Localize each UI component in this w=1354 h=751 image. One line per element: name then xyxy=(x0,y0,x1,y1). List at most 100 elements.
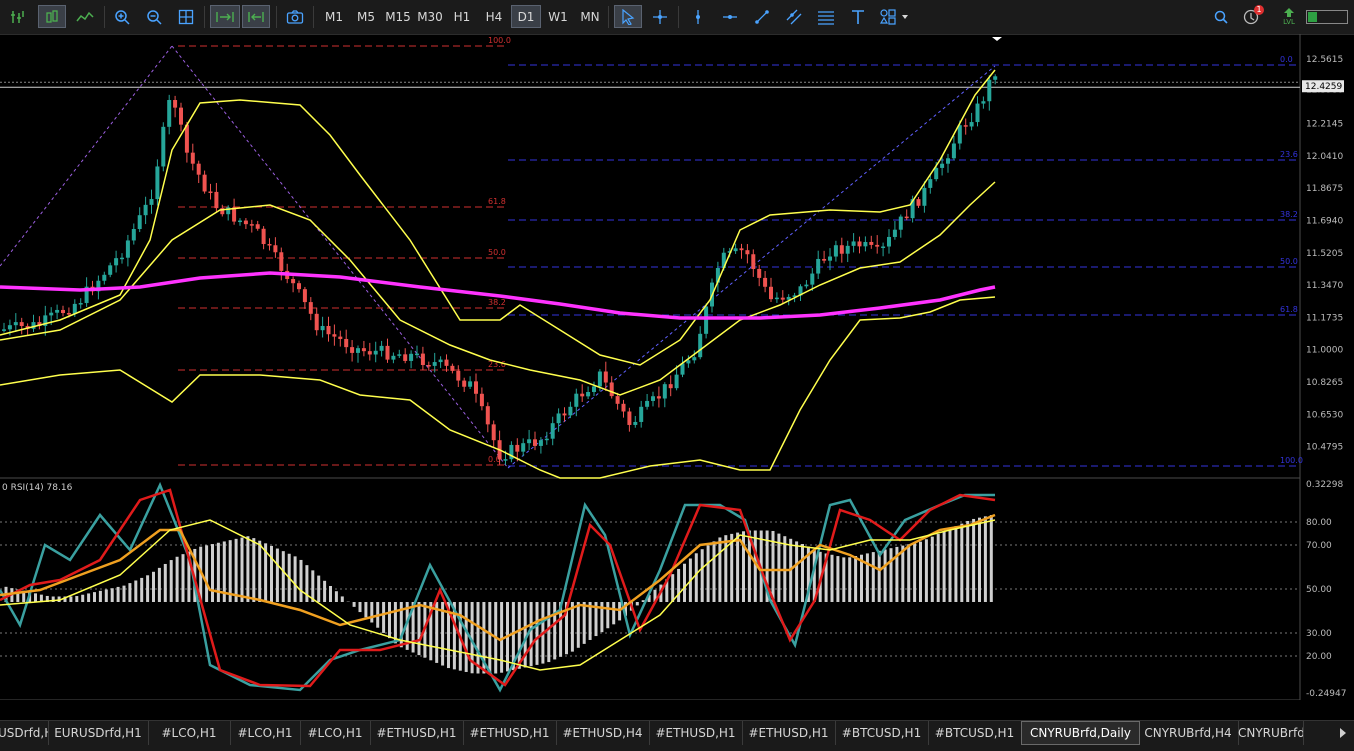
candle-body xyxy=(964,125,968,127)
candle-body xyxy=(639,407,643,422)
trendline-icon[interactable] xyxy=(750,5,774,28)
candle xyxy=(102,272,106,285)
candle xyxy=(509,441,513,462)
candle xyxy=(114,251,118,273)
candles-icon[interactable] xyxy=(38,5,66,28)
candle xyxy=(946,154,950,173)
candle-body xyxy=(928,179,932,188)
candle xyxy=(179,103,183,132)
chart-tab[interactable]: #ETHUSD,H1 xyxy=(463,721,557,745)
chart-shift-icon[interactable] xyxy=(242,5,270,28)
timeframe-m1[interactable]: M1 xyxy=(319,5,349,28)
current-price-label: 12.4259 xyxy=(1305,82,1342,92)
histogram-bar xyxy=(34,593,37,602)
candle-body xyxy=(427,365,431,367)
price-chart[interactable]: 100.061.850.038.223.60.00.023.638.250.06… xyxy=(0,34,1354,700)
crosshair-icon[interactable] xyxy=(648,5,672,28)
candle-body xyxy=(686,360,690,363)
candle-body xyxy=(350,347,354,353)
histogram-bar xyxy=(317,576,320,602)
candle xyxy=(757,265,761,286)
chart-tab[interactable]: CNYRUBrfd xyxy=(1238,721,1304,745)
chart-tab[interactable]: #BTCUSD,H1 xyxy=(835,721,929,745)
timeframe-h4[interactable]: H4 xyxy=(479,5,509,28)
candle xyxy=(987,75,991,110)
main-toolbar: M1 M5 M15 M30 H1 H4 D1 W1 MN 1 LVL xyxy=(0,0,1354,35)
candle-body xyxy=(633,422,637,425)
chart-tab[interactable]: #ETHUSD,H4 xyxy=(556,721,650,745)
chart-tab[interactable]: CNYRUBrfd,Daily xyxy=(1021,721,1140,745)
candle xyxy=(344,330,348,354)
chart-tab[interactable]: USDrfd,H1 xyxy=(0,721,49,745)
histogram-bar xyxy=(87,593,90,602)
candle-body xyxy=(250,224,254,226)
candle-body xyxy=(309,302,313,314)
text-tool-icon[interactable] xyxy=(846,5,870,28)
fibonacci-icon[interactable] xyxy=(814,5,838,28)
lvl-icon[interactable]: LVL xyxy=(1276,5,1302,28)
histogram-bar xyxy=(606,602,609,628)
candle-body xyxy=(492,424,496,440)
chart-tab[interactable]: EURUSDrfd,H1 xyxy=(48,721,149,745)
candle-body xyxy=(846,246,850,254)
candle xyxy=(627,408,631,432)
timeframe-w1[interactable]: W1 xyxy=(543,5,573,28)
candle xyxy=(191,144,195,171)
candle-body xyxy=(958,125,962,143)
timeframe-mn[interactable]: MN xyxy=(575,5,605,28)
vertical-line-icon[interactable] xyxy=(686,5,710,28)
candle-body xyxy=(663,384,667,398)
search-icon[interactable] xyxy=(1210,5,1232,28)
zoom-in-icon[interactable] xyxy=(110,5,134,28)
fibonacci-retracements: 100.061.850.038.223.60.00.023.638.250.06… xyxy=(0,36,1303,468)
cursor-icon[interactable] xyxy=(614,5,642,28)
candle-body xyxy=(315,314,319,330)
timeframe-m5[interactable]: M5 xyxy=(351,5,381,28)
candle xyxy=(391,352,395,363)
candle-body xyxy=(574,394,578,407)
histogram-bar xyxy=(518,602,521,669)
candle-body xyxy=(79,303,83,305)
chart-tab[interactable]: #LCO,H1 xyxy=(300,721,371,745)
candle-body xyxy=(834,245,838,256)
auto-scroll-icon[interactable] xyxy=(210,5,240,28)
candle xyxy=(32,315,36,332)
channel-icon[interactable] xyxy=(782,5,806,28)
chart-tab[interactable]: #BTCUSD,H1 xyxy=(928,721,1022,745)
grid-icon[interactable] xyxy=(174,5,198,28)
candle xyxy=(232,199,236,225)
shapes-dropdown-icon[interactable] xyxy=(876,5,912,28)
timeframe-m15[interactable]: M15 xyxy=(383,5,413,28)
tabs-scroll-arrow-icon[interactable] xyxy=(1336,725,1350,741)
candle xyxy=(486,402,490,432)
histogram-bar xyxy=(488,602,491,674)
candle-body xyxy=(899,217,903,230)
histogram-bar xyxy=(246,536,249,602)
candle-body xyxy=(397,354,401,356)
horizontal-line-icon[interactable] xyxy=(718,5,742,28)
new-chart-icon[interactable] xyxy=(6,5,30,28)
chart-tab[interactable]: #ETHUSD,H1 xyxy=(742,721,836,745)
screenshot-icon[interactable] xyxy=(283,5,307,28)
chart-tab[interactable]: #LCO,H1 xyxy=(230,721,301,745)
candle-body xyxy=(781,298,785,300)
line-chart-icon[interactable] xyxy=(72,5,98,28)
candle-body xyxy=(450,366,454,371)
candle-body xyxy=(338,337,342,339)
chart-tab[interactable]: #LCO,H1 xyxy=(148,721,231,745)
timeframe-m30[interactable]: M30 xyxy=(415,5,445,28)
candle-body xyxy=(138,215,142,229)
chart-tab[interactable]: CNYRUBrfd,H4 xyxy=(1138,721,1239,745)
candle xyxy=(2,323,6,333)
timeframe-h1[interactable]: H1 xyxy=(447,5,477,28)
chart-tab[interactable]: #ETHUSD,H1 xyxy=(649,721,743,745)
histogram-bar xyxy=(477,602,480,674)
rsi-label: 0 RSI(14) 78.16 xyxy=(2,483,73,493)
chart-tab[interactable]: #ETHUSD,H1 xyxy=(370,721,464,745)
histogram-bar xyxy=(978,518,981,602)
candle xyxy=(745,244,749,263)
histogram-bar xyxy=(943,531,946,602)
histogram-bar xyxy=(583,602,586,644)
timeframe-d1[interactable]: D1 xyxy=(511,5,541,28)
zoom-out-icon[interactable] xyxy=(142,5,166,28)
